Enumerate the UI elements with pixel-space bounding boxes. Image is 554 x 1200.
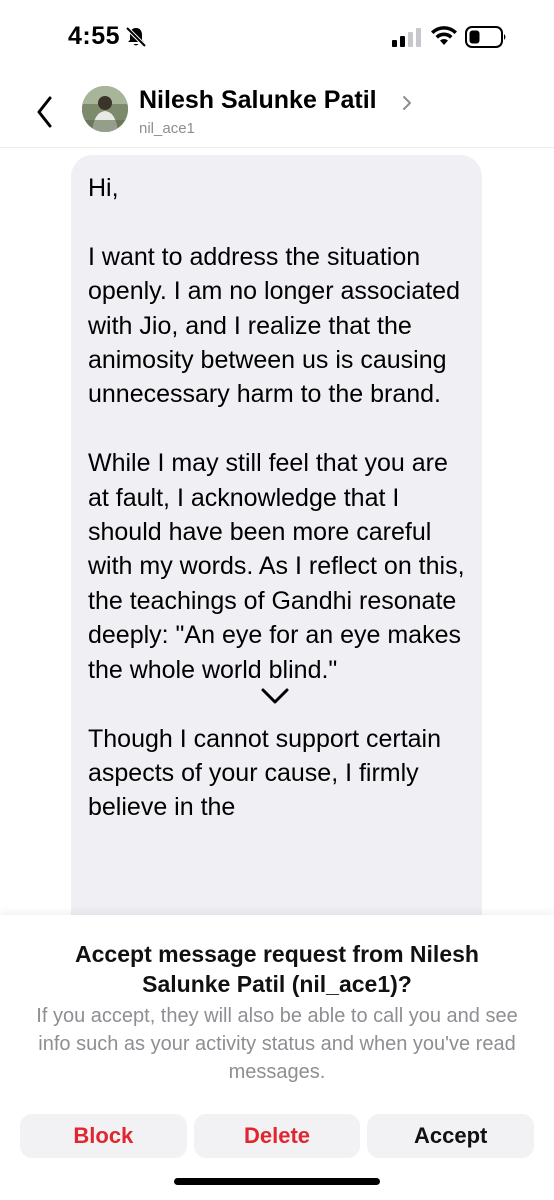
battery-icon bbox=[465, 26, 506, 48]
home-indicator[interactable] bbox=[174, 1178, 380, 1185]
chat-header: Nilesh Salunke Patil nil_ace1 bbox=[0, 76, 554, 148]
signal-icon bbox=[392, 28, 421, 47]
message-bubble[interactable]: Hi, I want to address the situation open… bbox=[71, 155, 482, 955]
chevron-right-icon[interactable] bbox=[400, 93, 414, 113]
accept-button[interactable]: Accept bbox=[367, 1114, 535, 1158]
avatar[interactable] bbox=[82, 86, 128, 132]
request-title: Accept message request from Nilesh Salun… bbox=[75, 941, 479, 997]
contact-username: nil_ace1 bbox=[139, 120, 195, 137]
bell-slash-icon bbox=[125, 26, 147, 48]
request-description: If you accept, they will also be able to… bbox=[36, 1005, 518, 1083]
delete-button[interactable]: Delete bbox=[193, 1114, 361, 1158]
back-chevron-icon[interactable] bbox=[30, 92, 60, 132]
block-button[interactable]: Block bbox=[20, 1114, 187, 1158]
request-actions: Block Delete Accept bbox=[20, 1114, 535, 1158]
screen: 4:55 Nilesh Salunke Patil nil_ace1 Hi, I… bbox=[0, 0, 554, 1200]
status-time: 4:55 bbox=[68, 22, 121, 50]
scroll-down-chevron-icon[interactable] bbox=[257, 684, 293, 708]
contact-name[interactable]: Nilesh Salunke Patil bbox=[139, 86, 377, 115]
status-bar: 4:55 bbox=[0, 0, 554, 76]
message-request-panel: Accept message request from Nilesh Salun… bbox=[0, 915, 554, 1200]
wifi-icon bbox=[431, 26, 457, 45]
